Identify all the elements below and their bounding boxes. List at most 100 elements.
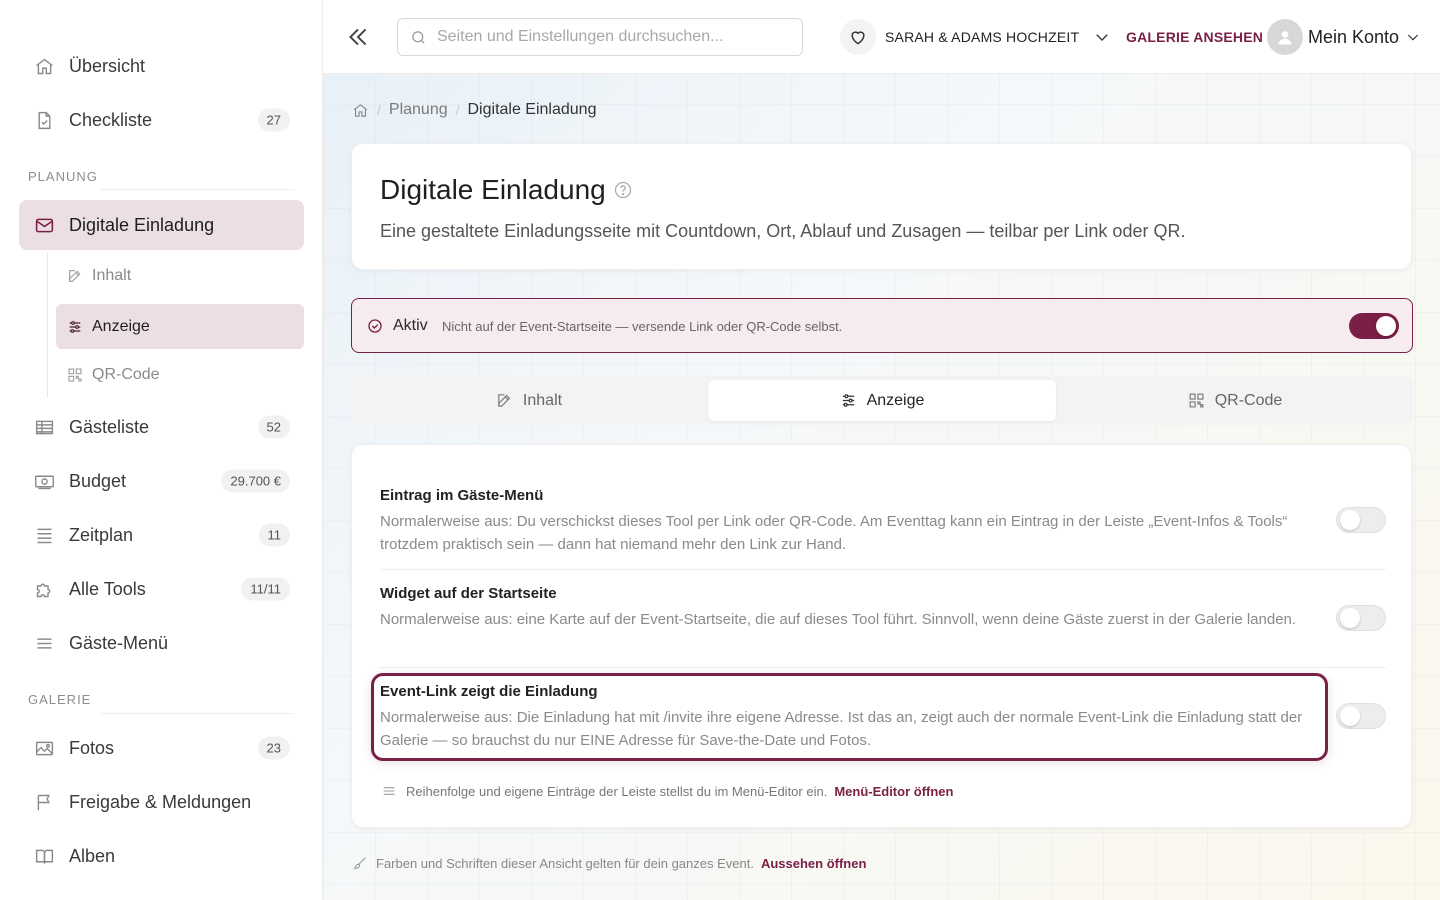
display-settings-card: Eintrag im Gäste-Menü Normalerweise aus:…	[351, 444, 1412, 828]
guest-menu-entry-toggle[interactable]	[1336, 507, 1386, 533]
list-icon	[33, 524, 55, 546]
event-link-invitation-toggle[interactable]	[1336, 703, 1386, 729]
sidebar-item-overview[interactable]: Übersicht	[19, 41, 304, 91]
note-text: Reihenfolge und eigene Einträge der Leis…	[406, 783, 828, 799]
section-divider	[100, 189, 294, 190]
sidebar-item-label: Fotos	[69, 737, 115, 758]
sidebar: Übersicht Checkliste 27 PLANUNG Digitale…	[0, 0, 323, 900]
sidebar-item-guest-menu[interactable]: Gäste-Menü	[19, 618, 304, 668]
view-gallery-link[interactable]: GALERIE ANSEHEN	[1126, 29, 1263, 45]
page-title: Digitale Einladung	[380, 174, 606, 205]
breadcrumb-separator: /	[455, 102, 460, 118]
help-icon[interactable]	[613, 180, 633, 200]
submenu-rail	[47, 253, 48, 398]
setting-guest-menu-entry: Eintrag im Gäste-Menü Normalerweise aus:…	[380, 487, 1386, 556]
status-title: Aktiv	[393, 317, 428, 334]
search-box	[397, 18, 803, 56]
active-toggle[interactable]	[1349, 313, 1399, 339]
divider	[380, 667, 1386, 668]
divider	[380, 569, 1386, 570]
breadcrumb-current: Digitale Einladung	[467, 101, 597, 118]
sidebar-item-sharing[interactable]: Freigabe & Meldungen	[19, 777, 304, 827]
sidebar-item-digital-invitation[interactable]: Digitale Einladung	[19, 200, 304, 250]
count-badge: 23	[257, 736, 290, 760]
puzzle-icon	[33, 578, 55, 600]
collapse-sidebar-icon[interactable]	[345, 24, 371, 50]
sidebar-item-label: Übersicht	[69, 55, 146, 76]
heart-icon	[840, 19, 876, 55]
count-badge: 11	[258, 523, 290, 547]
setting-event-link-shows-invitation: Event-Link zeigt die Einladung Normalerw…	[380, 683, 1386, 752]
page-description: Eine gestaltete Einladungsseite mit Coun…	[380, 221, 1186, 241]
event-switcher[interactable]: SARAH & ADAMS HOCHZEIT	[840, 18, 1111, 56]
setting-home-widget: Widget auf der Startseite Normalerweise …	[380, 585, 1386, 631]
sidebar-subitem-qr-code[interactable]: QR-Code	[56, 352, 304, 397]
home-icon[interactable]	[352, 102, 369, 119]
sidebar-subitem-content[interactable]: Inhalt	[56, 253, 304, 298]
top-bar: SARAH & ADAMS HOCHZEIT GALERIE ANSEHEN M…	[323, 0, 1440, 74]
sidebar-item-albums[interactable]: Alben	[19, 831, 304, 881]
home-widget-toggle[interactable]	[1336, 605, 1386, 631]
account-menu[interactable]: Mein Konto	[1267, 18, 1421, 56]
sidebar-subitem-label: QR-Code	[92, 365, 160, 383]
open-menu-editor-link[interactable]: Menü-Editor öffnen	[834, 784, 953, 799]
setting-title: Widget auf der Startseite	[380, 585, 557, 602]
appearance-note: Farben und Schriften dieser Ansicht gelt…	[352, 855, 866, 871]
search-input[interactable]	[437, 28, 787, 46]
avatar	[1267, 19, 1303, 55]
table-icon	[33, 416, 55, 438]
brush-icon	[353, 857, 366, 869]
sidebar-item-guestlist[interactable]: Gästeliste 52	[19, 402, 304, 452]
sidebar-subitem-display[interactable]: Anzeige	[56, 304, 304, 349]
menu-icon	[383, 787, 395, 795]
breadcrumb-planning[interactable]: Planung	[389, 101, 448, 119]
sidebar-item-label: Alle Tools	[69, 578, 146, 599]
tab-qr-code[interactable]: QR-Code	[1061, 380, 1409, 421]
amount-badge: 29.700 €	[221, 469, 290, 493]
toggle-knob	[1340, 510, 1360, 530]
open-appearance-link[interactable]: Aussehen öffnen	[761, 856, 866, 871]
status-text: Nicht auf der Event-Startseite — versend…	[442, 319, 843, 334]
account-label: Mein Konto	[1308, 26, 1400, 47]
sidebar-item-label: Gästeliste	[69, 416, 150, 437]
main-content: SARAH & ADAMS HOCHZEIT GALERIE ANSEHEN M…	[323, 0, 1440, 900]
sidebar-subitem-label: Anzeige	[92, 317, 150, 335]
sidebar-item-budget[interactable]: Budget 29.700 €	[19, 456, 304, 506]
sidebar-item-label: Gäste-Menü	[69, 632, 169, 653]
sidebar-item-label: Checkliste	[69, 109, 153, 130]
note-text: Farben und Schriften dieser Ansicht gelt…	[376, 855, 754, 871]
qr-code-icon	[1188, 392, 1205, 409]
chevron-down-icon	[1407, 34, 1419, 41]
image-icon	[33, 737, 55, 759]
setting-description: Normalerweise aus: Die Einladung hat mit…	[380, 709, 1303, 749]
sidebar-item-checklist[interactable]: Checkliste 27	[19, 95, 304, 145]
sliders-icon	[840, 392, 857, 409]
tab-bar: Inhalt Anzeige QR-Code	[351, 376, 1413, 425]
edit-icon	[67, 268, 83, 284]
tab-display[interactable]: Anzeige	[708, 380, 1056, 421]
sidebar-item-all-tools[interactable]: Alle Tools 11/11	[19, 564, 304, 614]
setting-description: Normalerweise aus: Du verschickst dieses…	[380, 513, 1288, 553]
sliders-icon	[67, 319, 83, 335]
flag-icon	[33, 791, 55, 813]
sidebar-item-photos[interactable]: Fotos 23	[19, 723, 304, 773]
file-check-icon	[33, 109, 55, 131]
setting-title: Eintrag im Gäste-Menü	[380, 487, 544, 504]
menu-editor-note: Reihenfolge und eigene Einträge der Leis…	[381, 783, 953, 799]
tab-content[interactable]: Inhalt	[355, 380, 703, 421]
sidebar-item-label: Digitale Einladung	[69, 214, 215, 235]
tab-label: Anzeige	[866, 391, 925, 409]
tab-label: QR-Code	[1214, 391, 1283, 409]
count-badge: 11/11	[241, 577, 290, 601]
breadcrumb-separator: /	[377, 102, 381, 118]
menu-icon	[33, 632, 55, 654]
edit-icon	[496, 392, 513, 409]
sidebar-item-schedule[interactable]: Zeitplan 11	[19, 510, 304, 560]
sidebar-item-label: Zeitplan	[69, 524, 134, 545]
toggle-knob	[1376, 316, 1396, 336]
breadcrumb: / Planung / Digitale Einladung	[352, 101, 596, 119]
sidebar-item-label: Freigabe & Meldungen	[69, 791, 252, 812]
section-label-gallery: GALERIE	[28, 692, 92, 707]
check-circle-icon	[368, 319, 382, 333]
status-banner: Aktiv Nicht auf der Event-Startseite — v…	[351, 298, 1413, 353]
